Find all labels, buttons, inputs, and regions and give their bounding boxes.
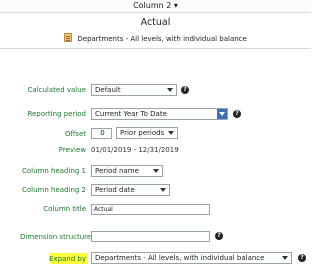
column-title-text: Column 2 xyxy=(133,1,172,10)
help-icon[interactable]: ? xyxy=(215,232,223,240)
column-heading-2-selected: Period date xyxy=(95,186,135,194)
dimension-structure-input[interactable] xyxy=(91,231,210,242)
chevron-down-icon xyxy=(217,109,227,119)
calculated-value-selected: Default xyxy=(95,86,121,94)
preview-label: Preview xyxy=(58,146,86,154)
help-icon[interactable]: ? xyxy=(298,254,306,262)
chevron-down-icon xyxy=(282,256,288,260)
column-title-dropdown[interactable]: Column 2 ▾ xyxy=(0,1,311,10)
calculated-value-select[interactable]: Default xyxy=(91,84,177,96)
document-icon xyxy=(64,33,73,42)
chevron-down-icon xyxy=(160,188,166,192)
column-heading-1-label: Column heading 1 xyxy=(21,167,86,175)
header-subtitle-text: Departments - All levels, with individua… xyxy=(77,35,247,43)
expand-by-label: Expand by xyxy=(49,255,86,263)
reporting-period-selected: Current Year To Date xyxy=(95,110,167,118)
column-title-label: Column title xyxy=(43,205,86,213)
column-title-input[interactable]: Actual xyxy=(91,204,210,215)
offset-unit-select[interactable]: Prior periods xyxy=(116,127,178,139)
help-icon[interactable]: ? xyxy=(181,86,189,94)
preview-value: 01/01/2019 - 12/31/2019 xyxy=(91,146,179,154)
reporting-period-label: Reporting period xyxy=(27,110,86,118)
column-header-bar: Column 2 ▾ xyxy=(0,0,311,13)
offset-unit-selected: Prior periods xyxy=(120,129,165,137)
chevron-down-icon xyxy=(153,169,159,173)
offset-input[interactable]: 0 xyxy=(91,128,112,139)
column-details-header: Actual Departments - All levels, with in… xyxy=(0,13,311,49)
chevron-down-icon xyxy=(168,131,174,135)
help-icon[interactable]: ? xyxy=(233,110,241,118)
reporting-period-select[interactable]: Current Year To Date xyxy=(91,108,228,120)
calculated-value-label: Calculated value xyxy=(27,86,86,94)
expand-by-selected: Departments - All levels, with individua… xyxy=(95,254,265,262)
column-heading-1-select[interactable]: Period name xyxy=(91,165,163,177)
column-heading-2-select[interactable]: Period date xyxy=(91,184,170,196)
column-menu-caret-icon[interactable]: ▾ xyxy=(174,1,178,10)
dimension-structure-label: Dimension structure xyxy=(20,233,92,241)
column-heading-2-label: Column heading 2 xyxy=(21,186,86,194)
column-heading-1-selected: Period name xyxy=(95,167,139,175)
header-title: Actual xyxy=(140,17,171,28)
chevron-down-icon xyxy=(167,88,173,92)
header-subtitle: Departments - All levels, with individua… xyxy=(0,33,311,43)
offset-label: Offset xyxy=(64,130,86,138)
expand-by-select[interactable]: Departments - All levels, with individua… xyxy=(91,252,292,264)
